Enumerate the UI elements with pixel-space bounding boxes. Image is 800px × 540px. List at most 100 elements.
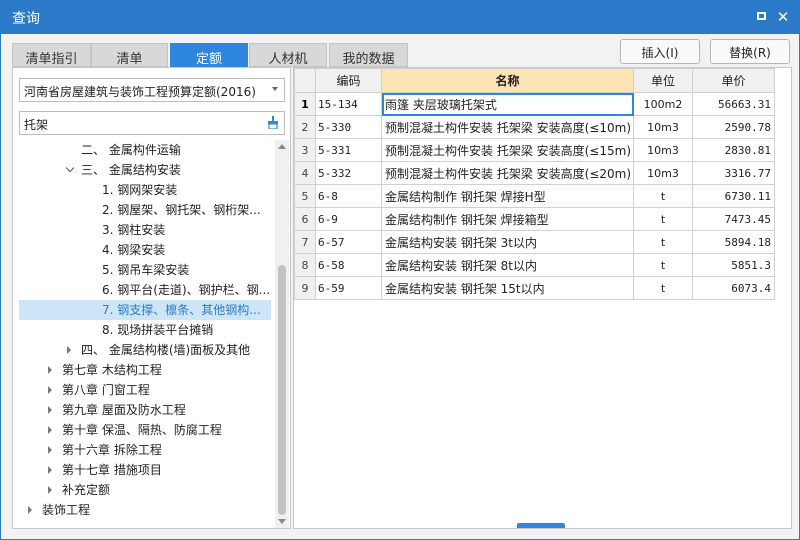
quota-library-select[interactable]: 河南省房屋建筑与装饰工程预算定额(2016): [19, 78, 285, 102]
cell-name[interactable]: 预制混凝土构件安装 托架梁 安装高度(≤10m): [381, 115, 634, 139]
cell-name[interactable]: 金属结构安装 钢托架 15t以内: [381, 276, 634, 300]
tree-node[interactable]: 补充定额: [46, 480, 110, 500]
tree-node[interactable]: 二、 金属构件运输: [81, 140, 181, 160]
cell-code[interactable]: 5-331: [315, 138, 382, 162]
tree-node[interactable]: 四、 金属结构楼(墙)面板及其他: [65, 340, 250, 360]
left-panel: 河南省房屋建筑与装饰工程预算定额(2016) 托架 二、 金属构件运输 三、 金…: [12, 67, 291, 529]
cell-price[interactable]: 7473.45: [692, 207, 775, 231]
collapsed-arrow-icon[interactable]: [48, 466, 52, 474]
cell-unit[interactable]: t: [633, 207, 693, 231]
replace-button[interactable]: 替换(R): [710, 39, 790, 64]
collapsed-arrow-icon[interactable]: [48, 426, 52, 434]
scroll-thumb[interactable]: [278, 265, 286, 515]
results-table: 编码 名称 单位 单价 1 15-134 雨篷 夹层玻璃托架式 100m2 56…: [294, 68, 775, 300]
collapsed-arrow-icon[interactable]: [48, 486, 52, 494]
tab-list-guide[interactable]: 清单指引: [12, 43, 91, 67]
cell-price[interactable]: 6730.11: [692, 184, 775, 208]
cell-unit[interactable]: t: [633, 230, 693, 254]
cell-price[interactable]: 56663.31: [692, 92, 775, 116]
table-row[interactable]: 1 15-134 雨篷 夹层玻璃托架式 100m2 56663.31: [294, 92, 775, 116]
window-title: 查询: [12, 11, 40, 27]
cell-code[interactable]: 15-134: [315, 92, 382, 116]
tree-node-selected[interactable]: 7. 钢支撑、檩条、其他钢构...: [19, 300, 271, 320]
tab-list[interactable]: 清单: [91, 43, 168, 67]
cell-price[interactable]: 5851.3: [692, 253, 775, 277]
cell-name[interactable]: 金属结构安装 钢托架 3t以内: [381, 230, 634, 254]
tree-node[interactable]: 8. 现场拼装平台摊销: [102, 320, 213, 340]
column-header-unit[interactable]: 单位: [633, 68, 693, 93]
close-icon[interactable]: ✕: [774, 8, 792, 26]
cell-price[interactable]: 3316.77: [692, 161, 775, 185]
collapsed-arrow-icon[interactable]: [28, 506, 32, 514]
clear-broom-icon[interactable]: [267, 116, 279, 129]
row-number: 7: [294, 230, 316, 254]
tree-node[interactable]: 4. 钢梁安装: [102, 240, 165, 260]
table-row[interactable]: 6 6-9 金属结构制作 钢托架 焊接箱型 t 7473.45: [294, 207, 775, 231]
tree-node[interactable]: 2. 钢屋架、钢托架、钢桁架...: [102, 200, 261, 220]
cell-price[interactable]: 2590.78: [692, 115, 775, 139]
row-number: 2: [294, 115, 316, 139]
tree-node[interactable]: 1. 钢网架安装: [102, 180, 177, 200]
restore-icon[interactable]: [752, 8, 770, 26]
cell-code[interactable]: 6-58: [315, 253, 382, 277]
cell-name[interactable]: 预制混凝土构件安装 托架梁 安装高度(≤15m): [381, 138, 634, 162]
cell-name[interactable]: 预制混凝土构件安装 托架梁 安装高度(≤20m): [381, 161, 634, 185]
cell-code[interactable]: 6-8: [315, 184, 382, 208]
cell-name[interactable]: 雨篷 夹层玻璃托架式: [381, 92, 634, 116]
cell-code[interactable]: 5-330: [315, 115, 382, 139]
cell-name[interactable]: 金属结构安装 钢托架 8t以内: [381, 253, 634, 277]
cell-name[interactable]: 金属结构制作 钢托架 焊接H型: [381, 184, 634, 208]
column-header-price[interactable]: 单价: [692, 68, 775, 93]
cell-unit[interactable]: 10m3: [633, 161, 693, 185]
tree-node[interactable]: 三、 金属结构安装: [65, 160, 181, 180]
tree-node[interactable]: 5. 钢吊车梁安装: [102, 260, 189, 280]
column-header-name[interactable]: 名称: [381, 68, 634, 93]
tab-my-data[interactable]: 我的数据: [329, 43, 408, 67]
cell-unit[interactable]: 10m3: [633, 115, 693, 139]
tree-node[interactable]: 第九章 屋面及防水工程: [46, 400, 186, 420]
table-row[interactable]: 5 6-8 金属结构制作 钢托架 焊接H型 t 6730.11: [294, 184, 775, 208]
tree-node[interactable]: 第十章 保温、隔热、防腐工程: [46, 420, 222, 440]
cell-price[interactable]: 5894.18: [692, 230, 775, 254]
table-row[interactable]: 4 5-332 预制混凝土构件安装 托架梁 安装高度(≤20m) 10m3 33…: [294, 161, 775, 185]
collapsed-arrow-icon[interactable]: [48, 406, 52, 414]
column-header-code[interactable]: 编码: [315, 68, 382, 93]
cell-price[interactable]: 2830.81: [692, 138, 775, 162]
search-input[interactable]: 托架: [19, 111, 285, 135]
collapsed-arrow-icon[interactable]: [48, 366, 52, 374]
tree-node[interactable]: 第七章 木结构工程: [46, 360, 162, 380]
insert-button[interactable]: 插入(I): [620, 39, 700, 64]
cell-unit[interactable]: t: [633, 253, 693, 277]
table-row[interactable]: 2 5-330 预制混凝土构件安装 托架梁 安装高度(≤10m) 10m3 25…: [294, 115, 775, 139]
collapsed-arrow-icon[interactable]: [48, 386, 52, 394]
cell-price[interactable]: 6073.4: [692, 276, 775, 300]
collapsed-arrow-icon[interactable]: [48, 446, 52, 454]
tree-node[interactable]: 6. 钢平台(走道)、钢护栏、钢...: [102, 280, 270, 300]
table-row[interactable]: 3 5-331 预制混凝土构件安装 托架梁 安装高度(≤15m) 10m3 28…: [294, 138, 775, 162]
scroll-down-icon[interactable]: [278, 519, 286, 524]
cell-code[interactable]: 5-332: [315, 161, 382, 185]
table-row[interactable]: 9 6-59 金属结构安装 钢托架 15t以内 t 6073.4: [294, 276, 775, 300]
cell-unit[interactable]: 100m2: [633, 92, 693, 116]
cell-unit[interactable]: t: [633, 276, 693, 300]
tab-quota[interactable]: 定额: [170, 43, 248, 67]
tree-node[interactable]: 第八章 门窗工程: [46, 380, 150, 400]
tree-node[interactable]: 第十七章 措施项目: [46, 460, 162, 480]
table-row[interactable]: 7 6-57 金属结构安装 钢托架 3t以内 t 5894.18: [294, 230, 775, 254]
cell-code[interactable]: 6-9: [315, 207, 382, 231]
tree-node[interactable]: 3. 钢柱安装: [102, 220, 165, 240]
panel-collapse-handle[interactable]: [517, 523, 565, 528]
tree-node[interactable]: 第十六章 拆除工程: [46, 440, 162, 460]
cell-code[interactable]: 6-57: [315, 230, 382, 254]
tree-node[interactable]: 装饰工程: [26, 500, 90, 520]
cell-unit[interactable]: 10m3: [633, 138, 693, 162]
tree-scrollbar[interactable]: [275, 140, 289, 528]
cell-name[interactable]: 金属结构制作 钢托架 焊接箱型: [381, 207, 634, 231]
table-row[interactable]: 8 6-58 金属结构安装 钢托架 8t以内 t 5851.3: [294, 253, 775, 277]
cell-code[interactable]: 6-59: [315, 276, 382, 300]
cell-unit[interactable]: t: [633, 184, 693, 208]
tab-labor-material-machine[interactable]: 人材机: [249, 43, 327, 67]
column-header-index: [294, 68, 316, 93]
scroll-up-icon[interactable]: [278, 144, 286, 149]
collapsed-arrow-icon[interactable]: [67, 346, 71, 354]
